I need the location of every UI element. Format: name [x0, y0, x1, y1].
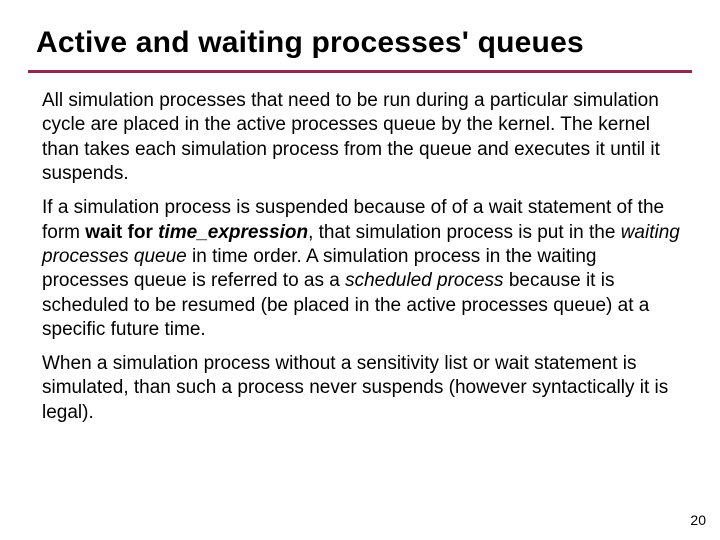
page-number: 20 [690, 512, 706, 528]
p2-text-d: , that simulation process is put in the [308, 222, 621, 243]
paragraph-3: When a simulation process without a sens… [42, 352, 686, 425]
paragraph-1: All simulation processes that need to be… [42, 89, 686, 186]
p2-wait-for: wait for [85, 222, 158, 243]
paragraph-2: If a simulation process is suspended bec… [42, 196, 686, 342]
p2-time-expression: time_expression [158, 222, 308, 243]
horizontal-rule [28, 70, 692, 73]
slide-title: Active and waiting processes' queues [36, 26, 692, 60]
slide-body: All simulation processes that need to be… [28, 89, 692, 425]
slide: Active and waiting processes' queues All… [0, 0, 720, 540]
p2-scheduled-process: scheduled process [345, 270, 503, 291]
